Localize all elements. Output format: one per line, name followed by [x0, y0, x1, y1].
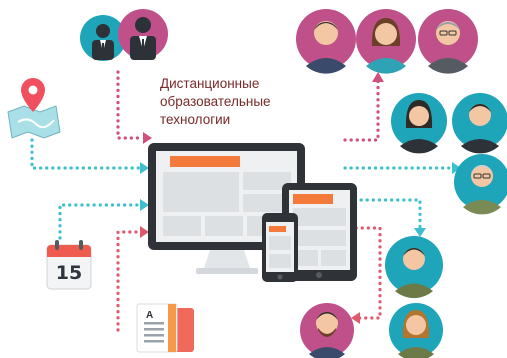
book-label: A [146, 310, 153, 321]
book-label-layer: A [146, 310, 153, 321]
